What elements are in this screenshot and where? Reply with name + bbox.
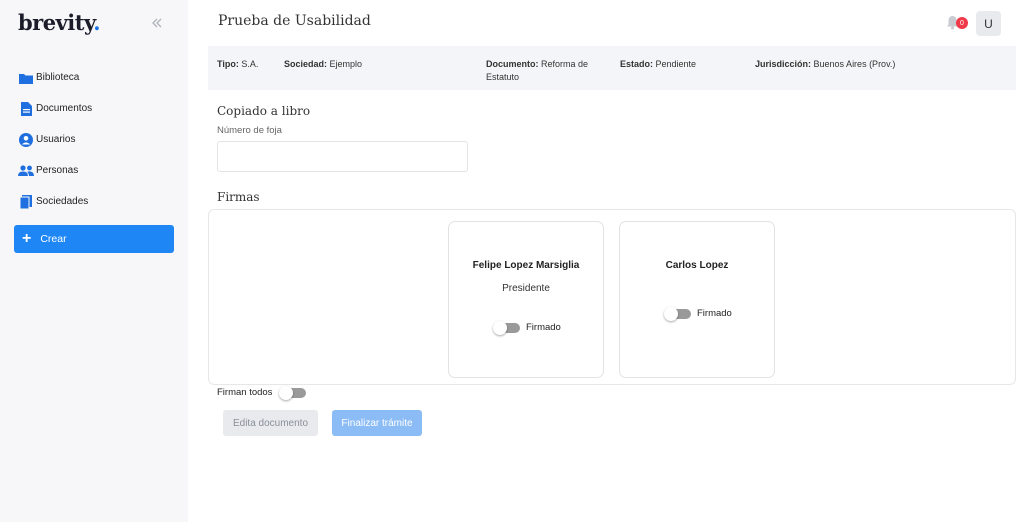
signer-card: Carlos Lopez Firmado	[619, 221, 775, 378]
signed-toggle[interactable]	[664, 306, 691, 321]
finish-procedure-button[interactable]: Finalizar trámite	[332, 410, 422, 436]
firman-todos-row: Firman todos	[217, 385, 312, 400]
section-title-copiado: Copiado a libro	[217, 104, 311, 118]
sidebar-item-label: Usuarios	[36, 134, 76, 145]
create-button-label: Crear	[40, 233, 67, 245]
foja-label: Número de foja	[217, 125, 282, 136]
signed-toggle-label: Firmado	[697, 308, 732, 319]
signatures-panel	[208, 209, 1016, 385]
sidebar-item-usuarios[interactable]: Usuarios	[18, 124, 178, 155]
sidebar-item-sociedades[interactable]: Sociedades	[18, 186, 178, 217]
section-title-firmas: Firmas	[217, 190, 260, 204]
signed-toggle-row: Firmado	[664, 306, 732, 321]
firman-todos-label: Firman todos	[217, 387, 273, 398]
signed-toggle-row: Firmado	[493, 320, 561, 335]
sidebar-item-label: Sociedades	[36, 196, 89, 207]
info-jurisdiccion: Jurisdicción: Buenos Aires (Prov.)	[755, 59, 896, 69]
signed-toggle[interactable]	[493, 320, 520, 335]
toggle-knob	[493, 320, 507, 335]
signer-name: Felipe Lopez Marsiglia	[472, 260, 580, 271]
sidebar-item-label: Personas	[36, 165, 79, 176]
document-icon	[18, 101, 34, 117]
signer-card: Felipe Lopez Marsiglia Presidente Firmad…	[448, 221, 604, 378]
plus-icon: +	[22, 230, 32, 247]
sidebar-item-label: Biblioteca	[36, 72, 80, 83]
notification-badge: 0	[956, 17, 968, 29]
building-icon	[18, 194, 34, 210]
sidebar-nav: Biblioteca Documentos Usuarios Personas …	[18, 62, 178, 217]
document-info-bar: Tipo: S.A. Sociedad: Ejemplo Documento: …	[208, 46, 1016, 90]
user-circle-icon	[18, 132, 34, 148]
foja-input[interactable]	[217, 141, 468, 172]
create-button[interactable]: + Crear	[14, 225, 174, 253]
info-tipo: Tipo: S.A.	[217, 59, 259, 69]
signer-role: Presidente	[502, 283, 550, 294]
edit-document-button[interactable]: Edita documento	[223, 410, 318, 436]
sidebar-item-documentos[interactable]: Documentos	[18, 93, 178, 124]
firman-todos-toggle[interactable]	[279, 385, 307, 400]
collapse-sidebar-icon[interactable]	[150, 16, 164, 30]
people-icon	[18, 163, 34, 179]
page-title: Prueba de Usabilidad	[218, 13, 371, 29]
info-sociedad: Sociedad: Ejemplo	[284, 59, 363, 69]
sidebar-item-personas[interactable]: Personas	[18, 155, 178, 186]
signed-toggle-label: Firmado	[526, 322, 561, 333]
signer-name: Carlos Lopez	[665, 260, 729, 271]
brand-logo[interactable]: brevity.	[18, 10, 101, 35]
info-documento: Documento: Reforma de Estatuto	[486, 59, 589, 82]
toggle-knob	[279, 385, 294, 400]
toggle-knob	[664, 306, 678, 321]
info-estado: Estado: Pendiente	[620, 59, 697, 69]
sidebar-item-label: Documentos	[36, 103, 93, 114]
folder-icon	[18, 70, 34, 86]
sidebar-item-biblioteca[interactable]: Biblioteca	[18, 62, 178, 93]
avatar[interactable]: U	[976, 11, 1001, 36]
sidebar: brevity. Biblioteca Documentos Usuarios	[0, 0, 188, 522]
